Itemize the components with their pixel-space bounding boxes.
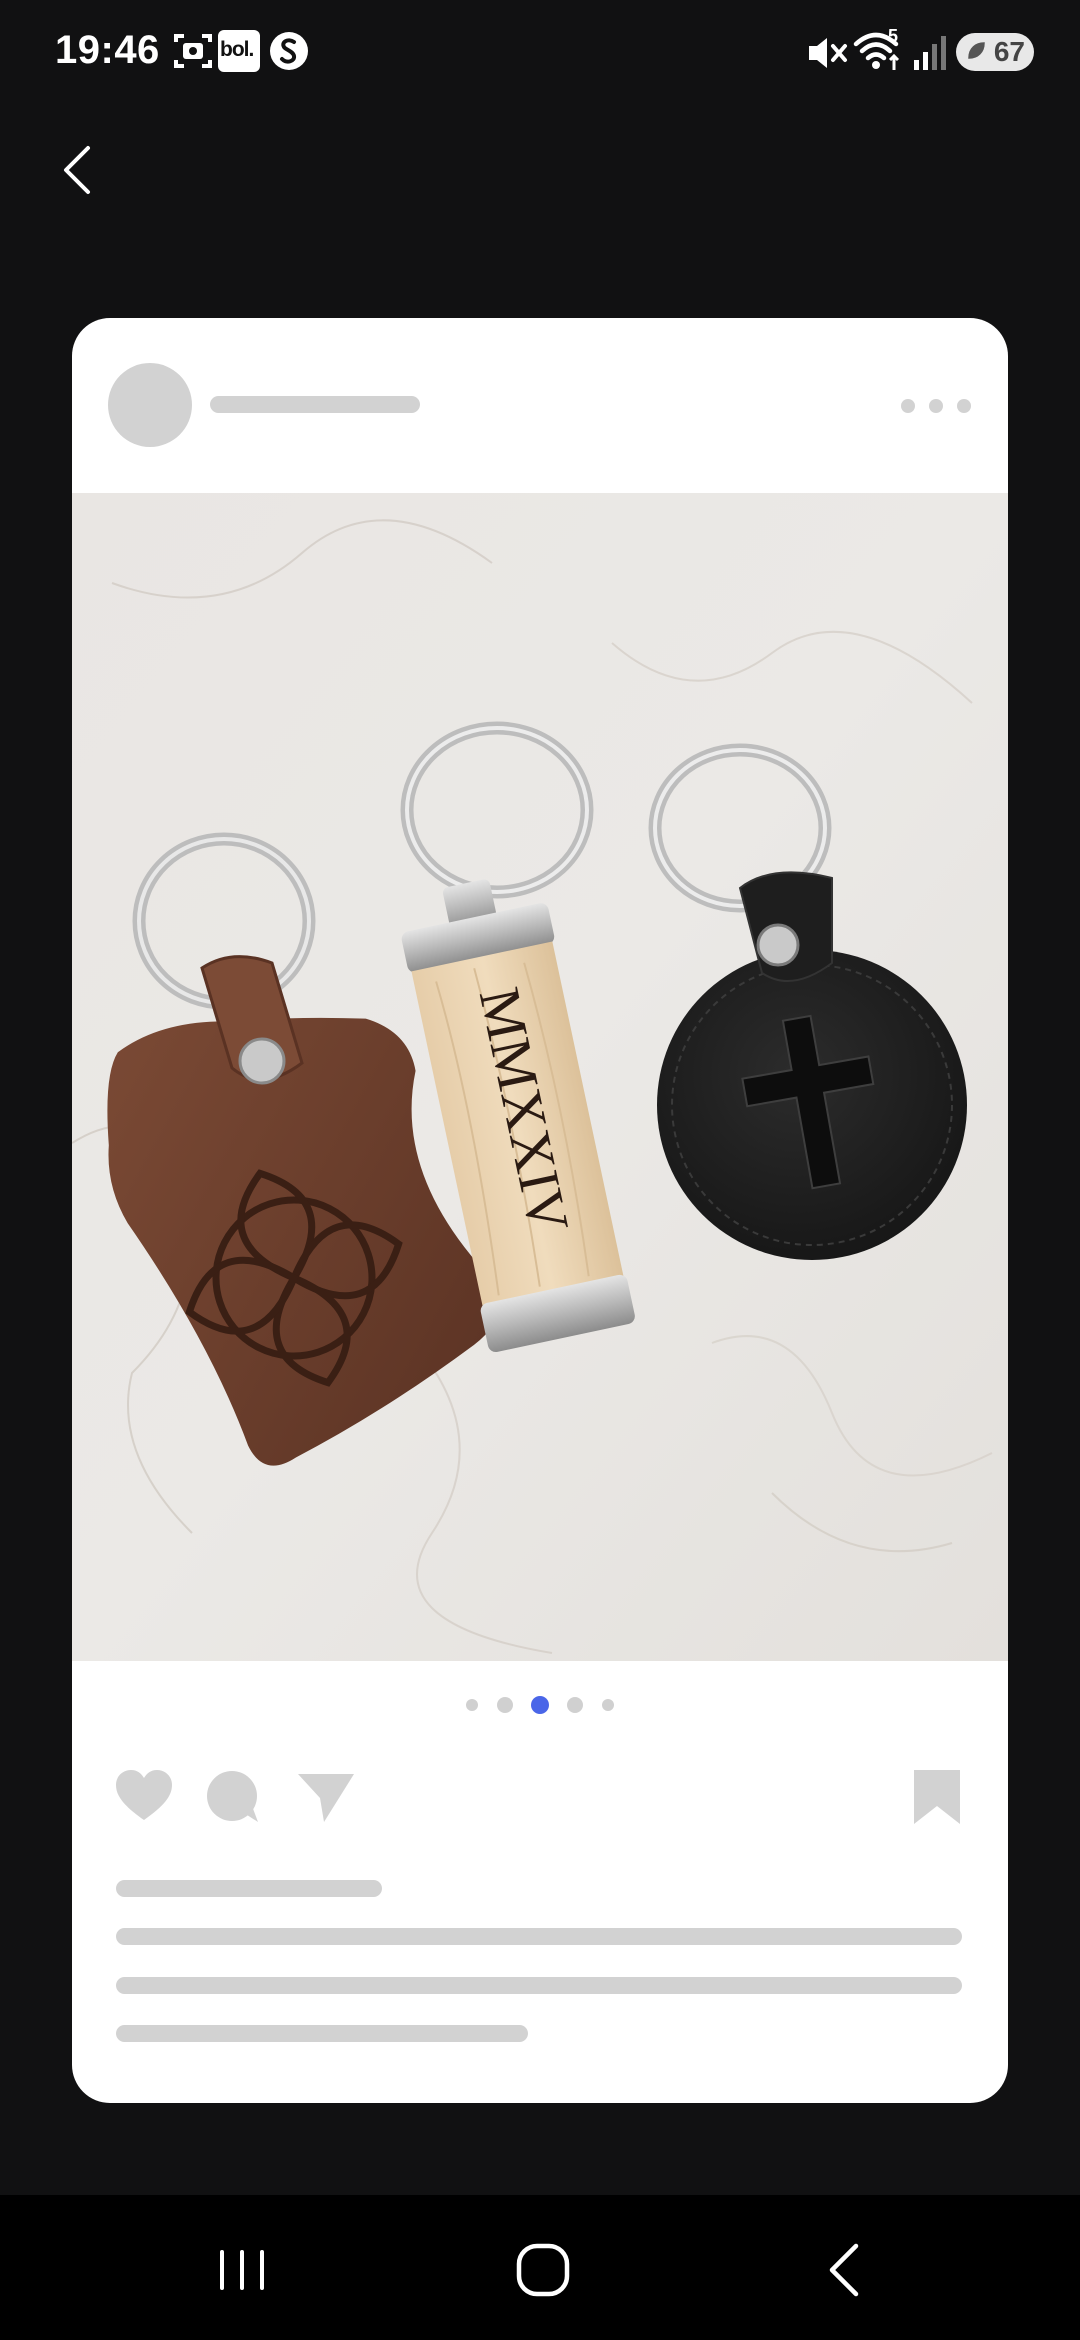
shazam-icon — [270, 32, 308, 70]
status-time: 19:46 — [55, 28, 160, 72]
post-card: MMXXIV — [72, 318, 1008, 2103]
carousel-dot-active[interactable] — [531, 1696, 549, 1714]
carousel-dot[interactable] — [497, 1697, 513, 1713]
carousel-dot[interactable] — [466, 1699, 478, 1711]
screenshot-icon — [174, 34, 212, 68]
mute-icon — [809, 38, 847, 68]
wifi-badge: 5 — [888, 26, 899, 46]
battery-saver-icon — [968, 42, 985, 59]
bol-app-label: bol. — [220, 38, 254, 61]
more-options-icon[interactable] — [900, 394, 980, 418]
nav-back-icon[interactable] — [806, 2230, 886, 2310]
carousel-dot[interactable] — [602, 1699, 614, 1711]
caption-line — [116, 1928, 962, 1945]
signal-icon — [914, 36, 946, 70]
share-icon[interactable] — [296, 1768, 356, 1826]
caption-line — [116, 1880, 382, 1897]
comment-icon[interactable] — [202, 1768, 262, 1826]
carousel-indicator — [466, 1696, 614, 1714]
navigation-bar — [0, 2195, 1080, 2340]
battery-level: 67 — [993, 36, 1025, 67]
bol-app-icon: bol. — [218, 30, 260, 72]
recent-apps-icon[interactable] — [202, 2230, 282, 2310]
back-button[interactable] — [52, 140, 108, 200]
username-placeholder — [210, 396, 420, 413]
caption-line — [116, 2025, 528, 2042]
like-icon[interactable] — [114, 1768, 174, 1826]
status-bar: 19:46 bol. 5 67 — [0, 0, 1080, 105]
bookmark-icon[interactable] — [908, 1768, 968, 1826]
battery-indicator: 67 — [956, 33, 1034, 71]
home-icon[interactable] — [503, 2230, 583, 2310]
carousel-dot[interactable] — [567, 1697, 583, 1713]
post-image[interactable]: MMXXIV — [72, 493, 1008, 1661]
caption-line — [116, 1977, 962, 1994]
avatar — [108, 363, 192, 447]
